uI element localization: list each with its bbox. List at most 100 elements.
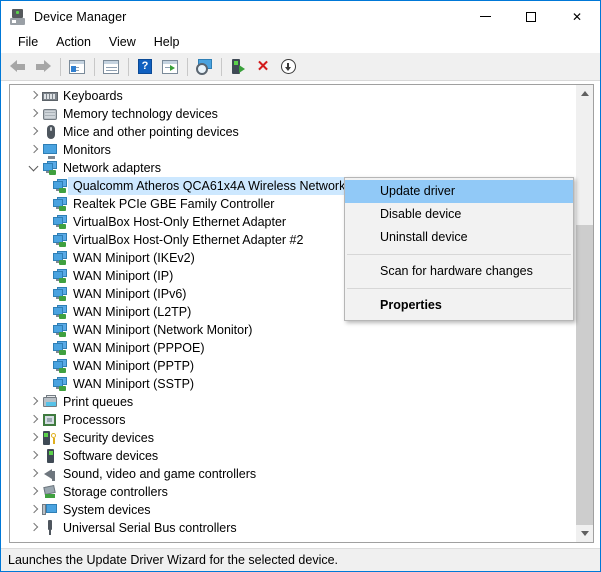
- security-device-icon: [42, 430, 58, 446]
- tree-row[interactable]: Storage controllers: [10, 483, 580, 501]
- chevron-right-icon[interactable]: [26, 484, 42, 500]
- printer-icon: [42, 394, 58, 410]
- chevron-down-icon[interactable]: [26, 160, 42, 176]
- tree-row[interactable]: WAN Miniport (SSTP): [10, 375, 580, 393]
- memory-icon: [42, 106, 58, 122]
- context-item-disable-device[interactable]: Disable device: [345, 203, 573, 226]
- chevron-right-icon[interactable]: [26, 430, 42, 446]
- context-menu[interactable]: Update driver Disable device Uninstall dev…: [344, 177, 574, 321]
- forward-arrow-icon: [35, 60, 51, 73]
- tree-row[interactable]: Processors: [10, 411, 580, 429]
- cpu-icon: [42, 412, 58, 428]
- tree-row-label: Realtek PCIe GBE Family Controller: [73, 197, 275, 211]
- tree-row[interactable]: Monitors: [10, 141, 580, 159]
- tree-row[interactable]: System devices: [10, 501, 580, 519]
- context-item-uninstall-device[interactable]: Uninstall device: [345, 226, 573, 249]
- network-adapter-icon: [52, 232, 68, 248]
- chevron-right-icon[interactable]: [26, 448, 42, 464]
- back-arrow-icon: [10, 60, 26, 73]
- network-adapter-icon: [52, 214, 68, 230]
- tree-row-label: WAN Miniport (IPv6): [73, 287, 187, 301]
- tree-row[interactable]: Universal Serial Bus controllers: [10, 519, 580, 537]
- forward-button[interactable]: [31, 56, 55, 78]
- back-button[interactable]: [6, 56, 30, 78]
- tree-row[interactable]: Memory technology devices: [10, 105, 580, 123]
- context-item-scan-for-hardware-changes[interactable]: Scan for hardware changes: [345, 260, 573, 283]
- minimize-icon: [479, 16, 491, 17]
- show-hide-console-tree-button[interactable]: [65, 56, 89, 78]
- tree-row[interactable]: WAN Miniport (PPTP): [10, 357, 580, 375]
- tree-row-label: Processors: [63, 413, 126, 427]
- chevron-right-icon[interactable]: [26, 106, 42, 122]
- scan-for-hardware-changes-button[interactable]: [192, 56, 216, 78]
- tree-row[interactable]: Sound, video and game controllers: [10, 465, 580, 483]
- network-adapter-icon: [52, 250, 68, 266]
- action-button[interactable]: [158, 56, 182, 78]
- down-arrow-circle-icon: [280, 59, 296, 74]
- system-device-icon: [42, 502, 58, 518]
- network-adapter-icon: [52, 340, 68, 356]
- help-icon: ?: [138, 59, 152, 74]
- window-controls: ✕: [462, 1, 600, 32]
- window-title: Device Manager: [34, 9, 127, 24]
- chevron-right-icon[interactable]: [26, 466, 42, 482]
- vertical-scrollbar[interactable]: [576, 85, 593, 542]
- network-adapter-icon: [42, 160, 58, 176]
- network-adapter-icon: [52, 358, 68, 374]
- help-button[interactable]: ?: [133, 56, 157, 78]
- tree-row[interactable]: WAN Miniport (Network Monitor): [10, 321, 580, 339]
- tree-row-label: VirtualBox Host-Only Ethernet Adapter #2: [73, 233, 304, 247]
- tree-row-label: Monitors: [63, 143, 111, 157]
- minimize-button[interactable]: [462, 1, 508, 32]
- software-device-icon: [42, 448, 58, 464]
- chevron-right-icon[interactable]: [26, 520, 42, 536]
- tree-row[interactable]: Keyboards: [10, 87, 580, 105]
- monitor-icon: [42, 142, 58, 159]
- tree-row[interactable]: Security devices: [10, 429, 580, 447]
- status-bar: Launches the Update Driver Wizard for th…: [1, 548, 600, 571]
- scroll-down-button[interactable]: [576, 525, 593, 542]
- tree-row[interactable]: Mice and other pointing devices: [10, 123, 580, 141]
- tree-row-label: Network adapters: [63, 161, 161, 175]
- tree-row-label: WAN Miniport (Network Monitor): [73, 323, 253, 337]
- chevron-right-icon[interactable]: [26, 142, 42, 158]
- context-menu-separator: [347, 288, 571, 289]
- tree-row[interactable]: Print queues: [10, 393, 580, 411]
- maximize-button[interactable]: [508, 1, 554, 32]
- usb-icon: [42, 520, 58, 536]
- close-button[interactable]: ✕: [554, 1, 600, 32]
- context-item-update-driver[interactable]: Update driver: [345, 180, 573, 203]
- keyboard-icon: [42, 88, 58, 104]
- properties-button[interactable]: [99, 56, 123, 78]
- tree-row-label: WAN Miniport (SSTP): [73, 377, 195, 391]
- chevron-right-icon[interactable]: [26, 412, 42, 428]
- scrollbar-thumb[interactable]: [576, 225, 593, 525]
- chevron-right-icon[interactable]: [26, 394, 42, 410]
- context-item-properties[interactable]: Properties: [345, 294, 573, 317]
- tree-row-label: WAN Miniport (PPPOE): [73, 341, 205, 355]
- menu-action[interactable]: Action: [47, 33, 100, 52]
- chevron-right-icon[interactable]: [26, 502, 42, 518]
- network-adapter-icon: [52, 322, 68, 338]
- chevron-right-icon[interactable]: [26, 124, 42, 140]
- tree-row[interactable]: Network adapters: [10, 159, 580, 177]
- menu-help[interactable]: Help: [145, 33, 189, 52]
- menu-file[interactable]: File: [9, 33, 47, 52]
- chevron-right-icon[interactable]: [26, 88, 42, 104]
- tree-row-label: Memory technology devices: [63, 107, 218, 121]
- toolbar-separator: [128, 57, 129, 76]
- tree-row-label: Print queues: [63, 395, 134, 409]
- menu-view[interactable]: View: [100, 33, 145, 52]
- tree-row[interactable]: WAN Miniport (PPPOE): [10, 339, 580, 357]
- scan-monitor-icon: [195, 59, 213, 75]
- tree-row-label: System devices: [63, 503, 151, 517]
- tree-row-label: Security devices: [63, 431, 155, 445]
- scroll-up-button[interactable]: [576, 85, 593, 102]
- properties-icon: [103, 59, 119, 74]
- device-manager-window: Device Manager ✕ File Action View Help ?…: [0, 0, 601, 572]
- uninstall-device-button[interactable]: ✕: [251, 56, 275, 78]
- update-driver-button[interactable]: [226, 56, 250, 78]
- tree-row-label: WAN Miniport (PPTP): [73, 359, 195, 373]
- disable-device-button[interactable]: [276, 56, 300, 78]
- tree-row[interactable]: Software devices: [10, 447, 580, 465]
